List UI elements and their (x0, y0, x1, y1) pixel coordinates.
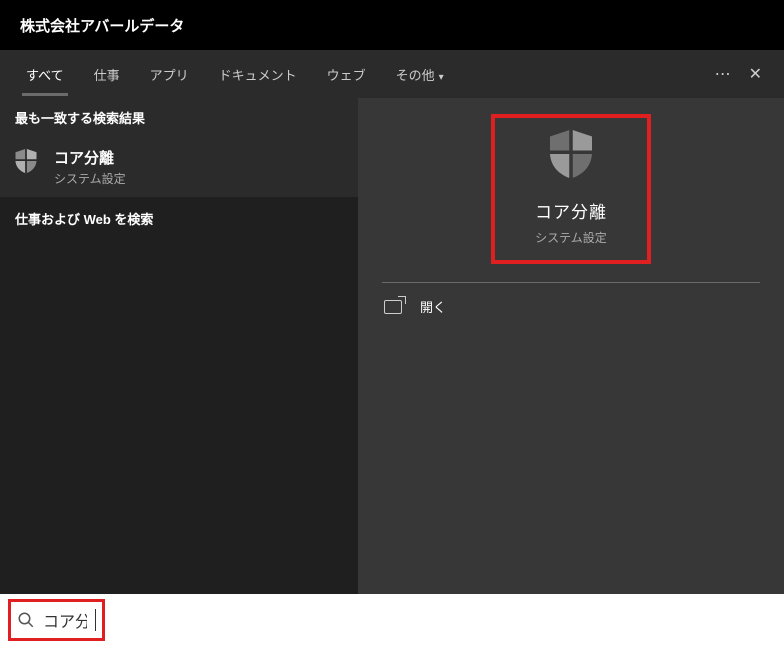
search-icon (17, 611, 35, 629)
search-highlight (8, 599, 105, 641)
tab-documents[interactable]: ドキュメント (205, 53, 311, 96)
preview-subtitle: システム設定 (535, 229, 607, 246)
tab-work[interactable]: 仕事 (80, 53, 134, 96)
result-core-isolation[interactable]: コア分離 システム設定 (0, 137, 358, 197)
open-icon (384, 300, 402, 314)
search-tabs: すべて 仕事 アプリ ドキュメント ウェブ その他▾ ⋯ ✕ (0, 50, 784, 98)
tab-all[interactable]: すべて (12, 53, 78, 96)
result-title: コア分離 (54, 147, 126, 168)
tab-more[interactable]: その他▾ (382, 53, 458, 96)
shield-icon (543, 126, 599, 182)
more-options-icon[interactable]: ⋯ (715, 64, 731, 84)
preview-panel: コア分離 システム設定 開く (358, 98, 784, 594)
best-match-header: 最も一致する検索結果 (0, 98, 358, 137)
text-caret (95, 609, 96, 631)
title-bar: 株式会社アバールデータ (0, 0, 784, 50)
results-panel: 最も一致する検索結果 コア分離 システム設定 仕事および Web を検索 (0, 98, 358, 594)
content-area: 最も一致する検索結果 コア分離 システム設定 仕事および Web を検索 (0, 98, 784, 594)
tab-apps[interactable]: アプリ (136, 53, 203, 96)
open-label: 開く (420, 297, 446, 316)
open-action[interactable]: 開く (358, 283, 784, 330)
close-icon[interactable]: ✕ (749, 64, 762, 84)
web-search-header: 仕事および Web を検索 (0, 197, 358, 240)
shield-icon (12, 147, 40, 175)
tab-web[interactable]: ウェブ (313, 53, 380, 96)
search-input[interactable] (35, 607, 95, 633)
company-name: 株式会社アバールデータ (20, 15, 184, 36)
chevron-down-icon: ▾ (439, 72, 444, 83)
search-bar (0, 594, 784, 645)
preview-title: コア分離 (535, 198, 607, 223)
preview-highlight: コア分離 システム設定 (491, 114, 651, 264)
result-subtitle: システム設定 (54, 170, 126, 187)
